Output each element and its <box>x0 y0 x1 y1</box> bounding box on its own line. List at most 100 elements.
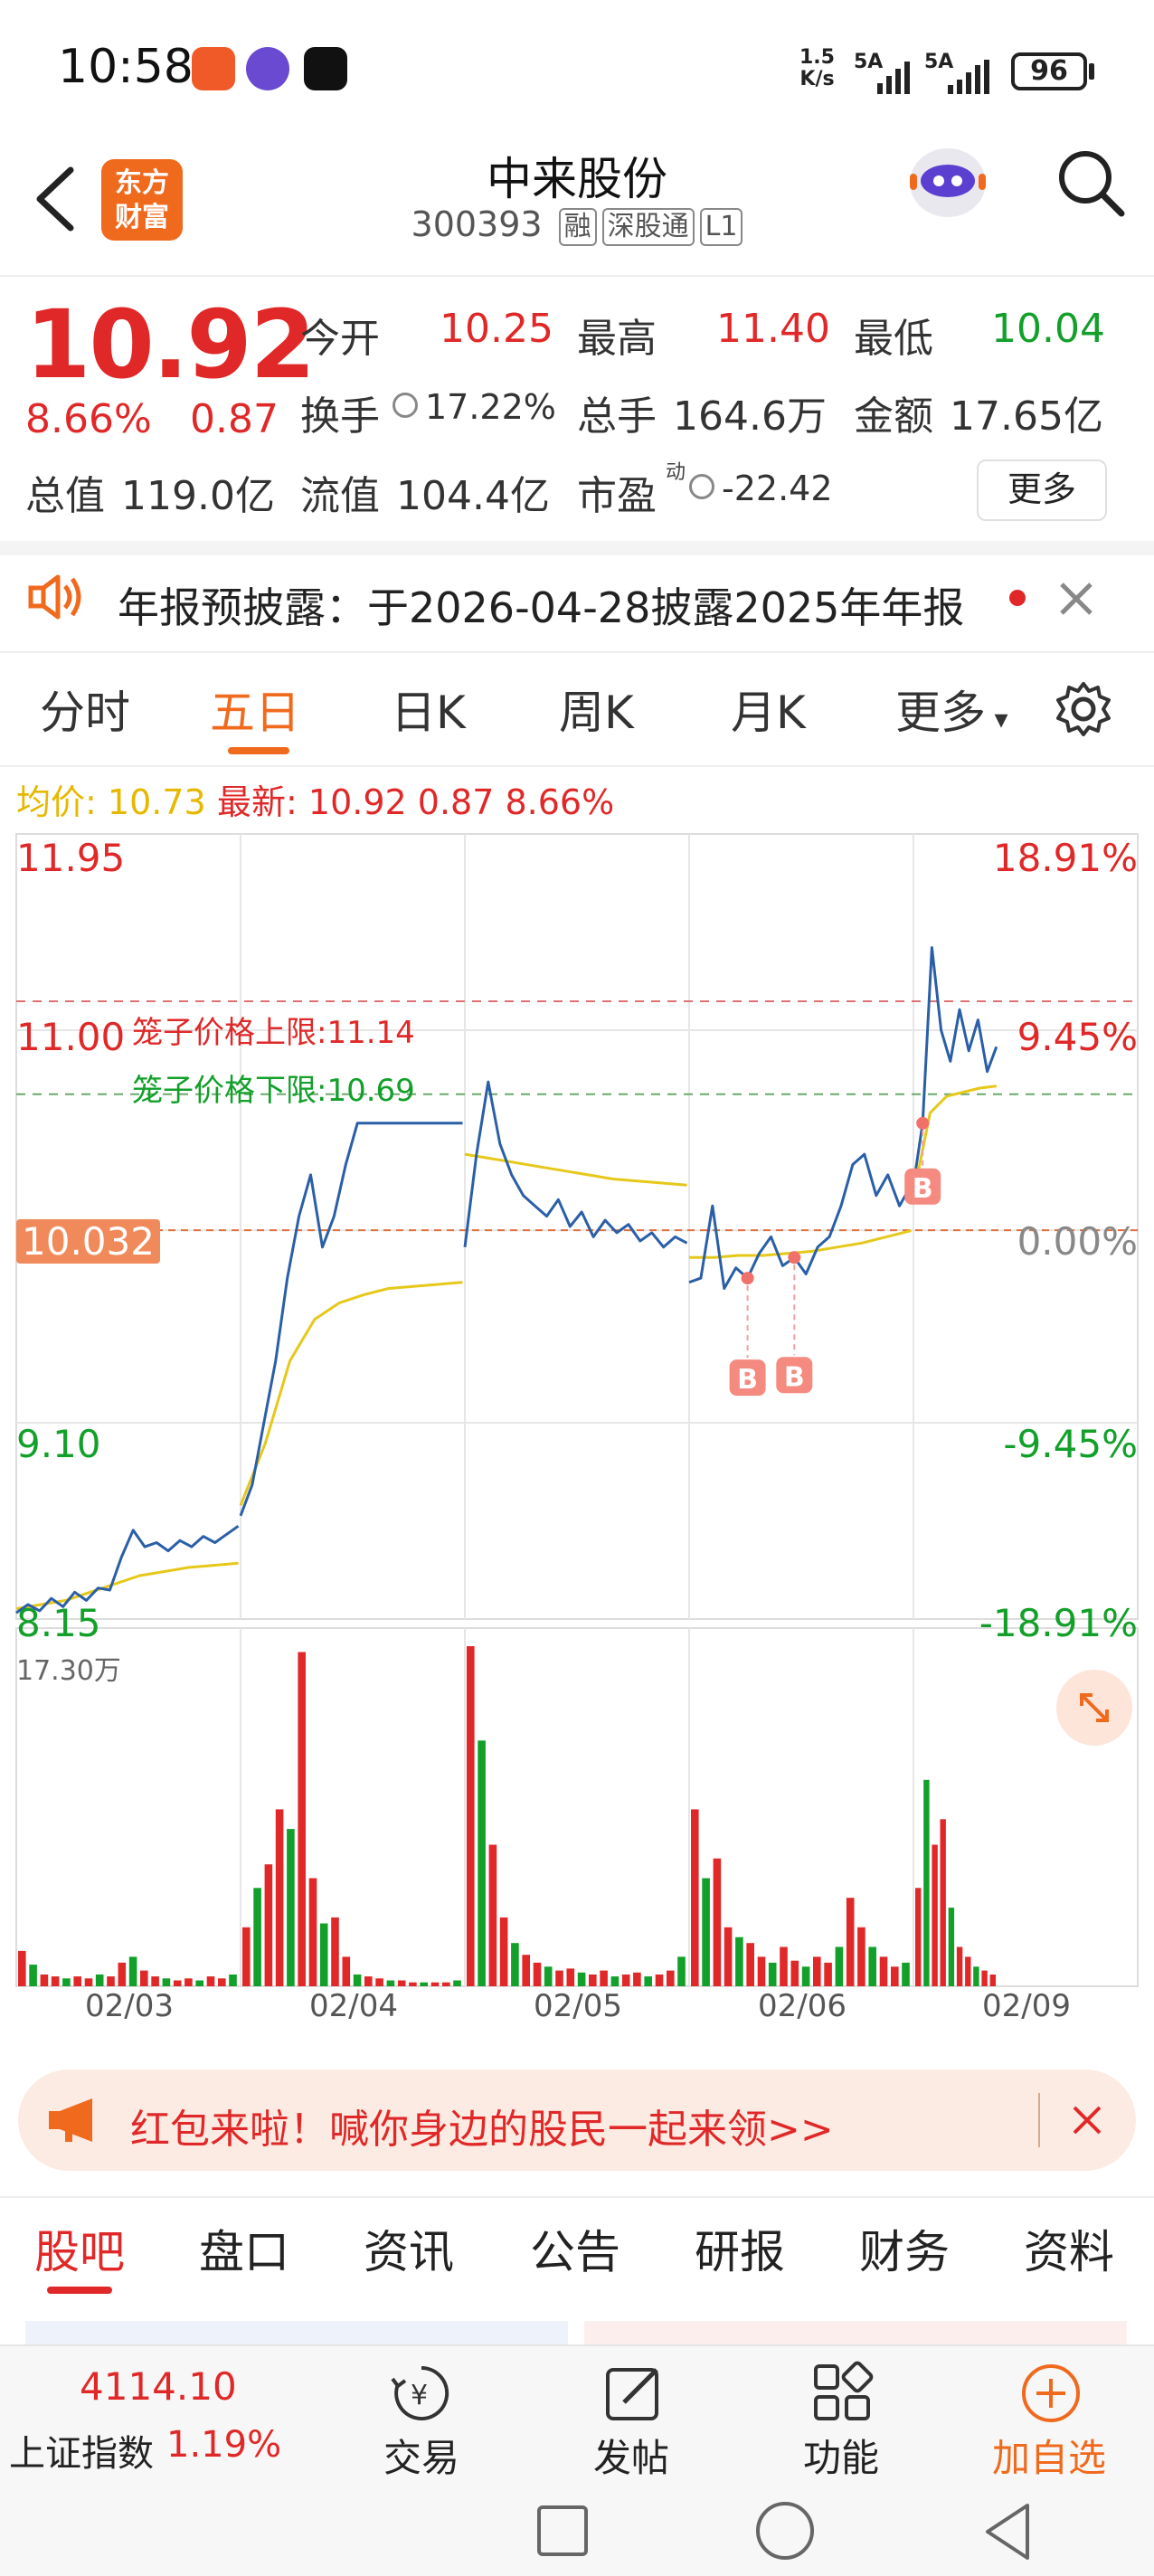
volume-bar-02/04 <box>353 1975 362 1986</box>
low-value: 10.04 <box>991 306 1105 352</box>
fullscreen-button[interactable] <box>1056 1670 1132 1746</box>
tab-daily-k[interactable]: 日K <box>391 677 466 742</box>
index-value[interactable]: 4114.10 <box>80 2364 237 2409</box>
lower-limit-label: 笼子价格下限:10.69 <box>132 1073 415 1109</box>
volume-bar-02/05 <box>467 1646 475 1986</box>
volume-bar-02/06 <box>691 1809 699 1986</box>
change-amount: 0.87 <box>190 396 279 442</box>
float-cap-label: 流值 <box>300 473 380 519</box>
chart-settings-button[interactable] <box>1055 680 1112 742</box>
volume-bar-02/09 <box>956 1946 963 1986</box>
volume-bar-02/06 <box>746 1943 754 1986</box>
volume-bar-02/09 <box>932 1844 938 1986</box>
nav-functions-button[interactable]: 功能 <box>769 2355 913 2482</box>
battery-tip <box>1089 63 1094 80</box>
nav-add-watchlist-button[interactable]: 加自选 <box>977 2355 1121 2482</box>
robot-assistant-icon[interactable] <box>903 136 993 226</box>
announcement-divider <box>0 651 1154 653</box>
unread-dot <box>1009 590 1026 606</box>
y-tick-left-4: 8.15 <box>16 1601 101 1645</box>
pe-info-icon[interactable] <box>689 474 714 499</box>
level-tag: L1 <box>699 207 743 246</box>
more-quote-button[interactable]: 更多 <box>977 459 1107 521</box>
tab-forum[interactable]: 股吧 <box>34 2216 125 2281</box>
info-icon[interactable] <box>393 393 418 418</box>
tab-notices[interactable]: 公告 <box>530 2216 620 2281</box>
buy-marker-label: B <box>737 1364 758 1396</box>
volume-bar-02/04 <box>264 1864 273 1986</box>
tab-research[interactable]: 研报 <box>695 2216 785 2281</box>
banner-text[interactable]: 红包来啦！喊你身边的股民一起来领>> <box>130 2097 834 2155</box>
price-line-02/04 <box>239 1122 463 1517</box>
search-button[interactable] <box>1055 147 1127 223</box>
close-icon <box>1073 2106 1102 2135</box>
volume-bar-02/04 <box>298 1652 306 1986</box>
section-gap <box>0 541 1154 555</box>
turnover-label: 换手 <box>300 393 380 440</box>
tab-more[interactable]: 更多 ▾ <box>895 677 1008 742</box>
forum-preview-card-right <box>584 2321 1127 2344</box>
y-tick-left-1: 11.00 <box>16 1015 126 1059</box>
five-day-chart[interactable]: B BB <box>0 823 1154 2026</box>
header-divider <box>0 275 1154 277</box>
volume-bar-02/06 <box>902 1962 910 1986</box>
index-name[interactable]: 上证指数 <box>9 2424 154 2477</box>
announcement-text[interactable]: 年报预披露：于2026-04-28披露2025年年报 <box>118 575 964 635</box>
tab-weekly-k[interactable]: 周K <box>559 677 634 742</box>
buy-marker-label: B <box>913 1173 933 1205</box>
volume-bar-02/03 <box>40 1975 49 1986</box>
volume-bar-02/05 <box>577 1972 586 1986</box>
nav-post-button[interactable]: 发帖 <box>559 2355 704 2482</box>
close-announcement-button[interactable] <box>1056 579 1096 622</box>
volume-bar-02/09 <box>923 1779 930 1986</box>
close-banner-button[interactable] <box>1071 2104 1103 2140</box>
tab-intraday[interactable]: 分时 <box>40 677 130 742</box>
avg-price-line-02/04 <box>239 1281 463 1506</box>
tab-profile[interactable]: 资料 <box>1024 2216 1114 2281</box>
volume-bar-02/04 <box>375 1978 383 1986</box>
tab-five-day[interactable]: 五日 <box>210 677 300 742</box>
system-back-button[interactable] <box>980 2500 1035 2567</box>
volume-bar-02/05 <box>633 1972 641 1986</box>
stock-code: 300393 <box>411 204 543 244</box>
volume-bar-02/09 <box>973 1966 979 1986</box>
x-label-2: 02/05 <box>534 1988 622 2024</box>
volume-bar-02/03 <box>29 1965 37 1986</box>
latest-price-label: 最新: 10.92 0.87 8.66% <box>217 782 615 822</box>
volume-bar-02/04 <box>420 1982 428 1986</box>
price-line-02/03 <box>15 1524 240 1615</box>
volume-bar-02/06 <box>846 1898 855 1986</box>
avg-price-line-02/06 <box>689 1229 912 1259</box>
volume-bar-02/04 <box>319 1923 328 1986</box>
volume-bar-02/03 <box>128 1956 137 1986</box>
tab-financials[interactable]: 财务 <box>859 2216 950 2281</box>
volume-bar-02/06 <box>724 1927 733 1986</box>
recent-apps-button[interactable] <box>537 2505 588 2556</box>
volume-bar-02/03 <box>206 1976 215 1986</box>
tabs-divider <box>0 765 1154 767</box>
x-label-1: 02/04 <box>309 1988 398 2024</box>
volume-bar-02/06 <box>868 1946 876 1986</box>
volume-max-label: 17.30万 <box>16 1655 121 1687</box>
volume-bar-02/05 <box>499 1917 508 1986</box>
volume-bar-02/06 <box>780 1946 788 1986</box>
volume-bar-02/05 <box>600 1970 608 1986</box>
volume-bar-02/05 <box>522 1955 530 1986</box>
tab-news[interactable]: 资讯 <box>364 2216 454 2281</box>
nav-trade-button[interactable]: ¥ 交易 <box>349 2355 494 2482</box>
volume-bar-02/04 <box>275 1809 284 1986</box>
tab-monthly-k[interactable]: 月K <box>731 677 806 742</box>
home-button[interactable] <box>756 2502 814 2560</box>
x-label-3: 02/06 <box>758 1988 847 2024</box>
tab-order-book[interactable]: 盘口 <box>199 2216 289 2281</box>
volume-bar-02/05 <box>655 1975 664 1986</box>
volume-bar-02/03 <box>84 1978 93 1986</box>
volume-bar-02/03 <box>173 1980 182 1986</box>
volume-bar-02/09 <box>965 1956 971 1986</box>
battery-indicator: 96 <box>1011 52 1087 90</box>
add-icon <box>1022 2364 1080 2422</box>
volume-bar-02/03 <box>140 1970 148 1986</box>
volume-bar-02/04 <box>331 1917 339 1986</box>
volume-bar-02/06 <box>879 1956 888 1986</box>
volume-bar-02/05 <box>644 1976 652 1986</box>
